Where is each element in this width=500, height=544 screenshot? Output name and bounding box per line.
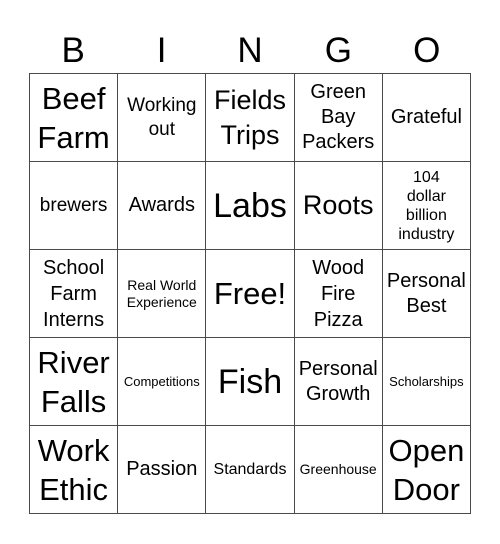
bingo-cell[interactable]: River Falls (30, 338, 119, 426)
cell-text: Awards (128, 194, 195, 216)
cell-text: Fields Trips (213, 84, 286, 150)
bingo-cell[interactable]: Green Bay Packers (294, 74, 383, 162)
bingo-cell[interactable]: Free! (206, 250, 295, 338)
cell-text: Green Bay Packers (302, 81, 375, 153)
bingo-cell[interactable]: Beef Farm (30, 74, 119, 162)
bingo-cell[interactable]: Roots (294, 162, 383, 250)
cell-text: Standards (213, 461, 287, 478)
bingo-cell[interactable]: Passion (118, 426, 207, 514)
bingo-cell[interactable]: School Farm Interns (30, 250, 119, 338)
cell-text: 104 dollar billion industry (398, 168, 455, 243)
cell-text: Personal Best (386, 269, 466, 317)
header-letter-g: G (324, 31, 352, 70)
cell-text: Scholarships (389, 374, 464, 389)
cell-text: Free! (213, 276, 287, 311)
bingo-cell[interactable]: Awards (118, 162, 207, 250)
header-letter-o: O (413, 31, 441, 70)
cell-text: Fish (217, 362, 283, 401)
bingo-cell[interactable]: Personal Growth (294, 338, 383, 426)
header-letter-n: N (237, 31, 263, 70)
cell-text: Competitions (123, 374, 200, 389)
bingo-cell[interactable]: Standards (206, 426, 295, 514)
bingo-cell[interactable]: Wood Fire Pizza (294, 250, 383, 338)
cell-text: Roots (302, 190, 374, 220)
cell-text: Beef Farm (37, 80, 110, 155)
cell-text: Grateful (390, 106, 462, 128)
bingo-cell[interactable]: Greenhouse (294, 426, 383, 514)
bingo-cell[interactable]: Fish (206, 338, 295, 426)
cell-text: Work Ethic (37, 432, 110, 507)
bingo-cell[interactable]: 104 dollar billion industry (382, 162, 471, 250)
cell-text: Working out (127, 94, 197, 140)
cell-text: Open Door (388, 432, 465, 507)
cell-text: Personal Growth (298, 357, 378, 405)
bingo-cell[interactable]: Real World Experience (118, 250, 207, 338)
cell-text: Wood Fire Pizza (312, 256, 365, 331)
bingo-board: Beef Farm Working out Fields Trips Green… (29, 73, 471, 514)
bingo-cell[interactable]: Labs (206, 162, 295, 250)
bingo-cell[interactable]: Grateful (382, 74, 471, 162)
bingo-header: B I N G O (29, 28, 471, 74)
header-letter-i: I (156, 31, 167, 70)
cell-text: Labs (213, 186, 287, 225)
cell-text: Passion (126, 458, 198, 480)
cell-text: River Falls (37, 344, 110, 419)
bingo-cell[interactable]: Scholarships (382, 338, 471, 426)
bingo-cell[interactable]: Work Ethic (30, 426, 119, 514)
header-letter-b: B (61, 31, 85, 70)
bingo-cell[interactable]: Open Door (382, 426, 471, 514)
bingo-cell[interactable]: Personal Best (382, 250, 471, 338)
bingo-cell[interactable]: Competitions (118, 338, 207, 426)
cell-text: Real World Experience (126, 276, 197, 310)
bingo-cell[interactable]: Working out (118, 74, 207, 162)
bingo-cell[interactable]: Fields Trips (206, 74, 295, 162)
cell-text: brewers (39, 194, 108, 216)
cell-text: Greenhouse (299, 461, 377, 477)
bingo-cell[interactable]: brewers (30, 162, 119, 250)
cell-text: School Farm Interns (43, 256, 105, 331)
